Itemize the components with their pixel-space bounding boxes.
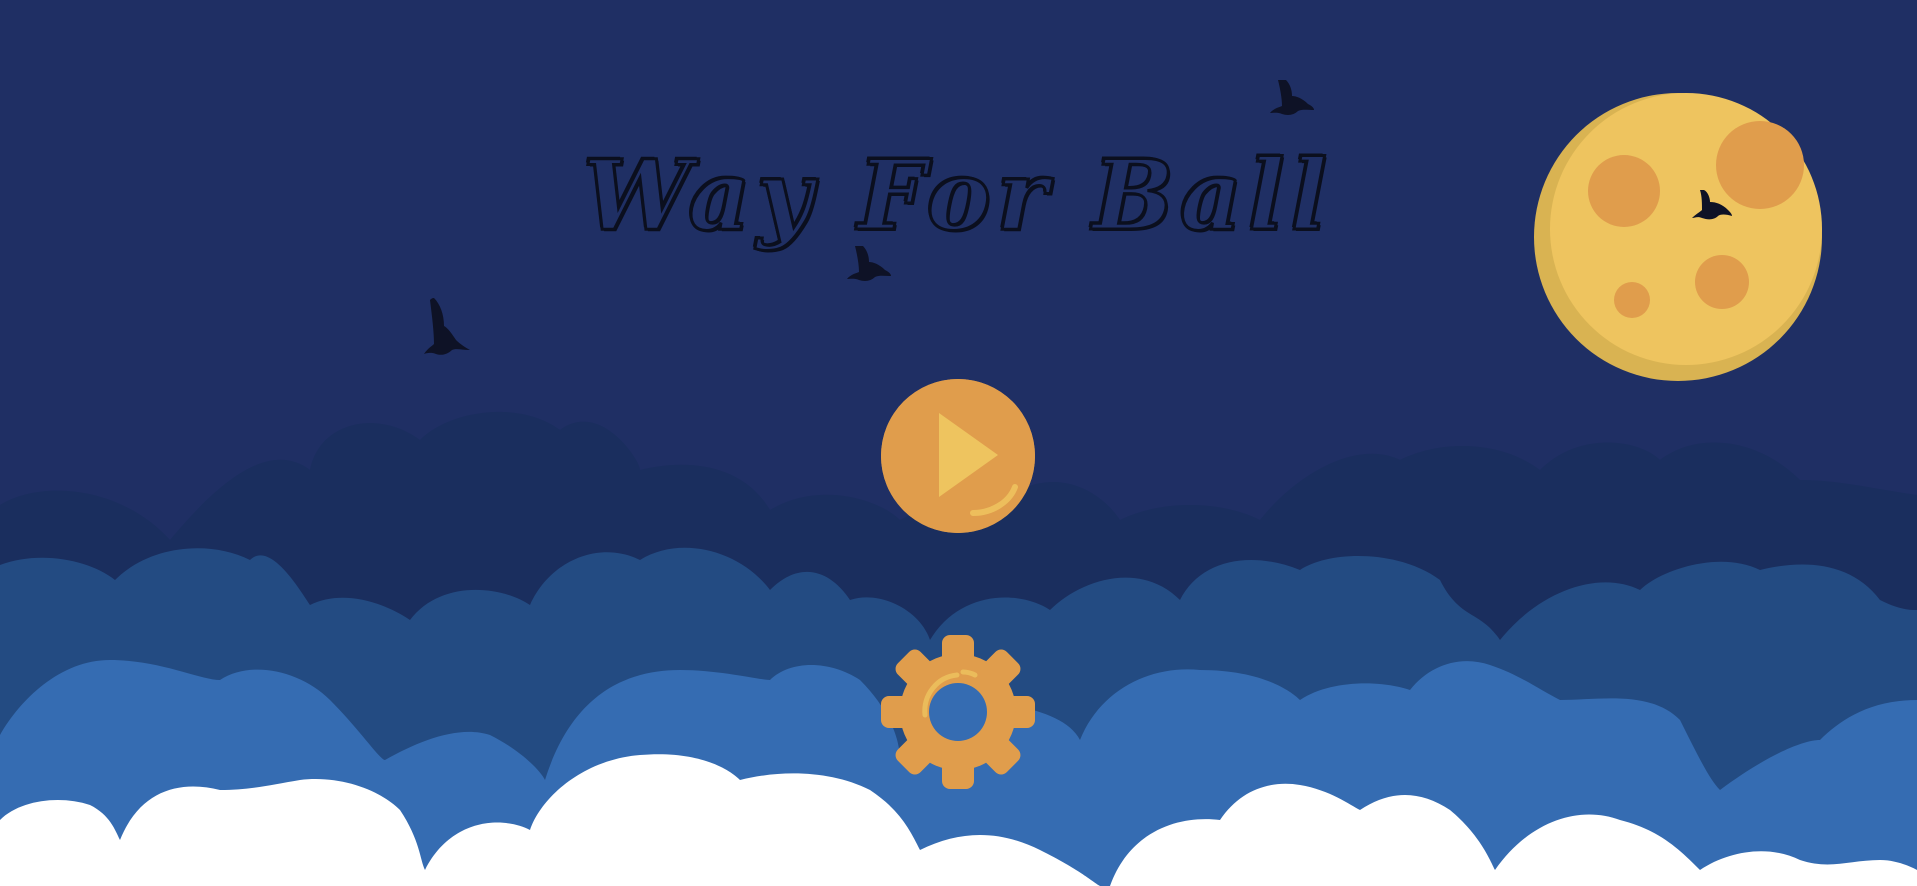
game-menu-screen: Way For Ball bbox=[0, 0, 1917, 886]
moon-icon bbox=[1534, 93, 1822, 381]
settings-button[interactable] bbox=[881, 635, 1035, 789]
game-title: Way For Ball bbox=[581, 139, 1334, 252]
bird-icon bbox=[1692, 190, 1732, 220]
bird-icon bbox=[424, 298, 470, 355]
play-icon bbox=[881, 379, 1035, 533]
play-button[interactable] bbox=[881, 379, 1035, 533]
bird-icon bbox=[1270, 80, 1314, 115]
gear-icon bbox=[881, 635, 1035, 789]
